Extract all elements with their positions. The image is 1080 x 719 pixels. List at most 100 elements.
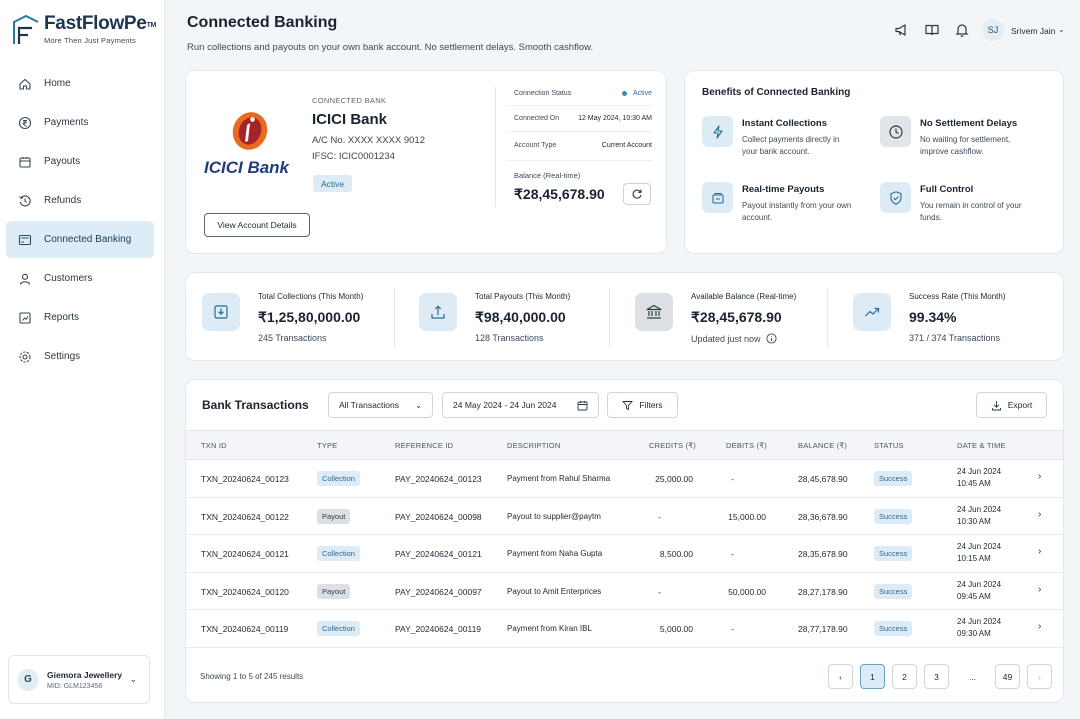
type-badge: Payout: [317, 508, 351, 524]
clock-icon: [880, 116, 911, 147]
stat-total-collections: Total Collections (This Month) ₹1,25,80,…: [186, 273, 386, 361]
sidebar-item-settings[interactable]: Settings: [6, 338, 154, 375]
upload-icon: [419, 293, 457, 331]
refresh-balance-button[interactable]: [623, 183, 651, 205]
next-page-button[interactable]: ›: [1027, 664, 1052, 689]
txn-time: 10:15 AM: [957, 554, 991, 563]
table-row[interactable]: TXN_20240624_00119 Collection PAY_20240624…: [186, 610, 1063, 648]
filters-button[interactable]: Filters: [607, 392, 678, 418]
debit-amount: 50,000.00: [728, 586, 766, 597]
sidebar-item-payouts[interactable]: Payouts: [6, 143, 154, 180]
bell-icon[interactable]: [954, 22, 970, 38]
account-type-label: Account Type: [514, 142, 557, 149]
chevron-right-icon[interactable]: ›: [1038, 621, 1041, 632]
description: Payout to Amit Enterprices: [507, 586, 602, 596]
sidebar-item-refunds[interactable]: Refunds: [6, 182, 154, 219]
chevron-left-icon: ‹: [839, 671, 842, 682]
sidebar-item-label: Refunds: [44, 195, 82, 206]
divider: [506, 160, 652, 161]
book-icon[interactable]: [924, 22, 940, 38]
benefit-title: Instant Collections: [742, 118, 827, 129]
bank-logo-wordmark: ICICI Bank: [204, 158, 291, 177]
divider: [495, 87, 496, 207]
table-row[interactable]: TXN_20240624_00121 Collection PAY_20240624…: [186, 535, 1063, 573]
sidebar-item-payments[interactable]: Payments: [6, 104, 154, 141]
chevron-right-icon[interactable]: ›: [1038, 546, 1041, 557]
select-value: All Transactions: [339, 400, 399, 410]
page-button[interactable]: 3: [924, 664, 949, 689]
sidebar-item-label: Settings: [44, 351, 81, 362]
shield-check-icon: [880, 182, 911, 213]
prev-page-button[interactable]: ‹: [828, 664, 853, 689]
balance-amount: 28,27,178.90: [798, 586, 848, 597]
megaphone-icon[interactable]: [894, 22, 910, 38]
sidebar-item-label: Payments: [44, 117, 89, 128]
connection-status-row: Connection Status Active: [514, 90, 652, 97]
view-account-details-button[interactable]: View Account Details: [204, 213, 310, 237]
connected-bank-card: ICICI Bank CONNECTED BANK ICICI Bank A/C…: [185, 70, 667, 254]
credit-amount: 5,000.00: [659, 624, 693, 634]
user-icon: [18, 272, 32, 286]
org-avatar: G: [17, 668, 39, 691]
txn-id: TXN_20240624_00123: [201, 474, 289, 484]
chevron-right-icon[interactable]: ›: [1038, 509, 1041, 520]
user-avatar[interactable]: SJ: [982, 19, 1004, 41]
table-row[interactable]: TXN_20240624_00122 Payout PAY_20240624_000…: [186, 498, 1063, 535]
column-header[interactable]: DEBITS (₹): [726, 441, 767, 450]
info-icon[interactable]: [765, 333, 777, 344]
benefit-title: Full Control: [920, 184, 974, 195]
account-type-value: Current Account: [601, 142, 652, 149]
page-button[interactable]: 49: [995, 664, 1020, 689]
page-title: Connected Banking: [187, 14, 338, 31]
table-row[interactable]: TXN_20240624_00123 Collection PAY_20240624…: [186, 460, 1063, 498]
export-button[interactable]: Export: [976, 392, 1047, 418]
brand-logo[interactable]: FastFlowPeTM More Then Just Payments: [12, 14, 156, 46]
bank-name: ICICI Bank: [312, 111, 388, 128]
sidebar-item-customers[interactable]: Customers: [6, 260, 154, 297]
stat-sub-text: 128 Transactions: [475, 333, 544, 343]
sidebar-item-reports[interactable]: Reports: [6, 299, 154, 336]
sidebar-item-home[interactable]: Home: [6, 65, 154, 102]
status-badge: Success: [874, 621, 913, 636]
txn-time: 10:30 AM: [957, 516, 991, 526]
balance-amount: 28,77,178.90: [798, 624, 848, 634]
account-number: A/C No. XXXX XXXX 9012: [312, 135, 426, 146]
divider: [609, 288, 610, 348]
benefit-desc: You remain in control of your funds.: [920, 201, 1022, 222]
bank-building-icon: [635, 293, 673, 331]
page-button[interactable]: 1: [860, 664, 885, 689]
download-icon: [202, 293, 240, 331]
filters-label: Filters: [639, 400, 663, 410]
user-name[interactable]: Srivem Jain: [1011, 26, 1055, 36]
debit-amount: -: [731, 549, 734, 559]
column-header[interactable]: BALANCE (₹): [798, 441, 847, 450]
chevron-right-icon[interactable]: ›: [1038, 471, 1041, 482]
sidebar-item-label: Payouts: [44, 156, 81, 167]
column-header[interactable]: TXN ID: [201, 441, 227, 450]
chevron-right-icon: ›: [1038, 671, 1041, 682]
column-header[interactable]: DATE & TIME: [957, 441, 1006, 450]
sidebar-item-connected-banking[interactable]: Connected Banking: [6, 221, 154, 258]
table-row[interactable]: TXN_20240624_00120 Payout PAY_20240624_000…: [186, 573, 1063, 610]
date-range-picker[interactable]: 24 May 2024 - 24 Jun 2024: [442, 392, 599, 418]
chevron-down-icon[interactable]: ⌄: [1058, 25, 1065, 34]
column-header[interactable]: REFERENCE ID: [395, 441, 453, 450]
status-badge: Success: [874, 508, 913, 524]
stat-success-rate: Success Rate (This Month) 99.34% 371 / 3…: [837, 273, 1037, 361]
column-header[interactable]: STATUS: [874, 441, 904, 450]
page-button[interactable]: 2: [892, 664, 917, 689]
txn-id: TXN_20240624_00121: [201, 549, 289, 559]
sidebar: FastFlowPeTM More Then Just Payments Hom…: [0, 0, 165, 719]
chevron-right-icon[interactable]: ›: [1038, 584, 1041, 595]
stat-label: Available Balance (Real-time): [691, 292, 797, 301]
txn-id: TXN_20240624_00119: [201, 624, 289, 634]
column-header[interactable]: CREDITS (₹): [649, 441, 696, 450]
transaction-type-select[interactable]: All Transactions ⌄: [328, 392, 433, 418]
column-header[interactable]: DESCRIPTION: [507, 441, 560, 450]
stat-label: Total Collections (This Month): [258, 292, 364, 301]
organization-switcher[interactable]: G Giemora Jewellery MID: GLM123456 ⌄: [8, 655, 150, 704]
benefit-desc: No waiting for settlement, improve cashf…: [920, 135, 1011, 156]
txn-id: TXN_20240624_00122: [201, 511, 289, 522]
column-header[interactable]: TYPE: [317, 441, 337, 450]
credit-amount: 25,000.00: [655, 474, 693, 484]
